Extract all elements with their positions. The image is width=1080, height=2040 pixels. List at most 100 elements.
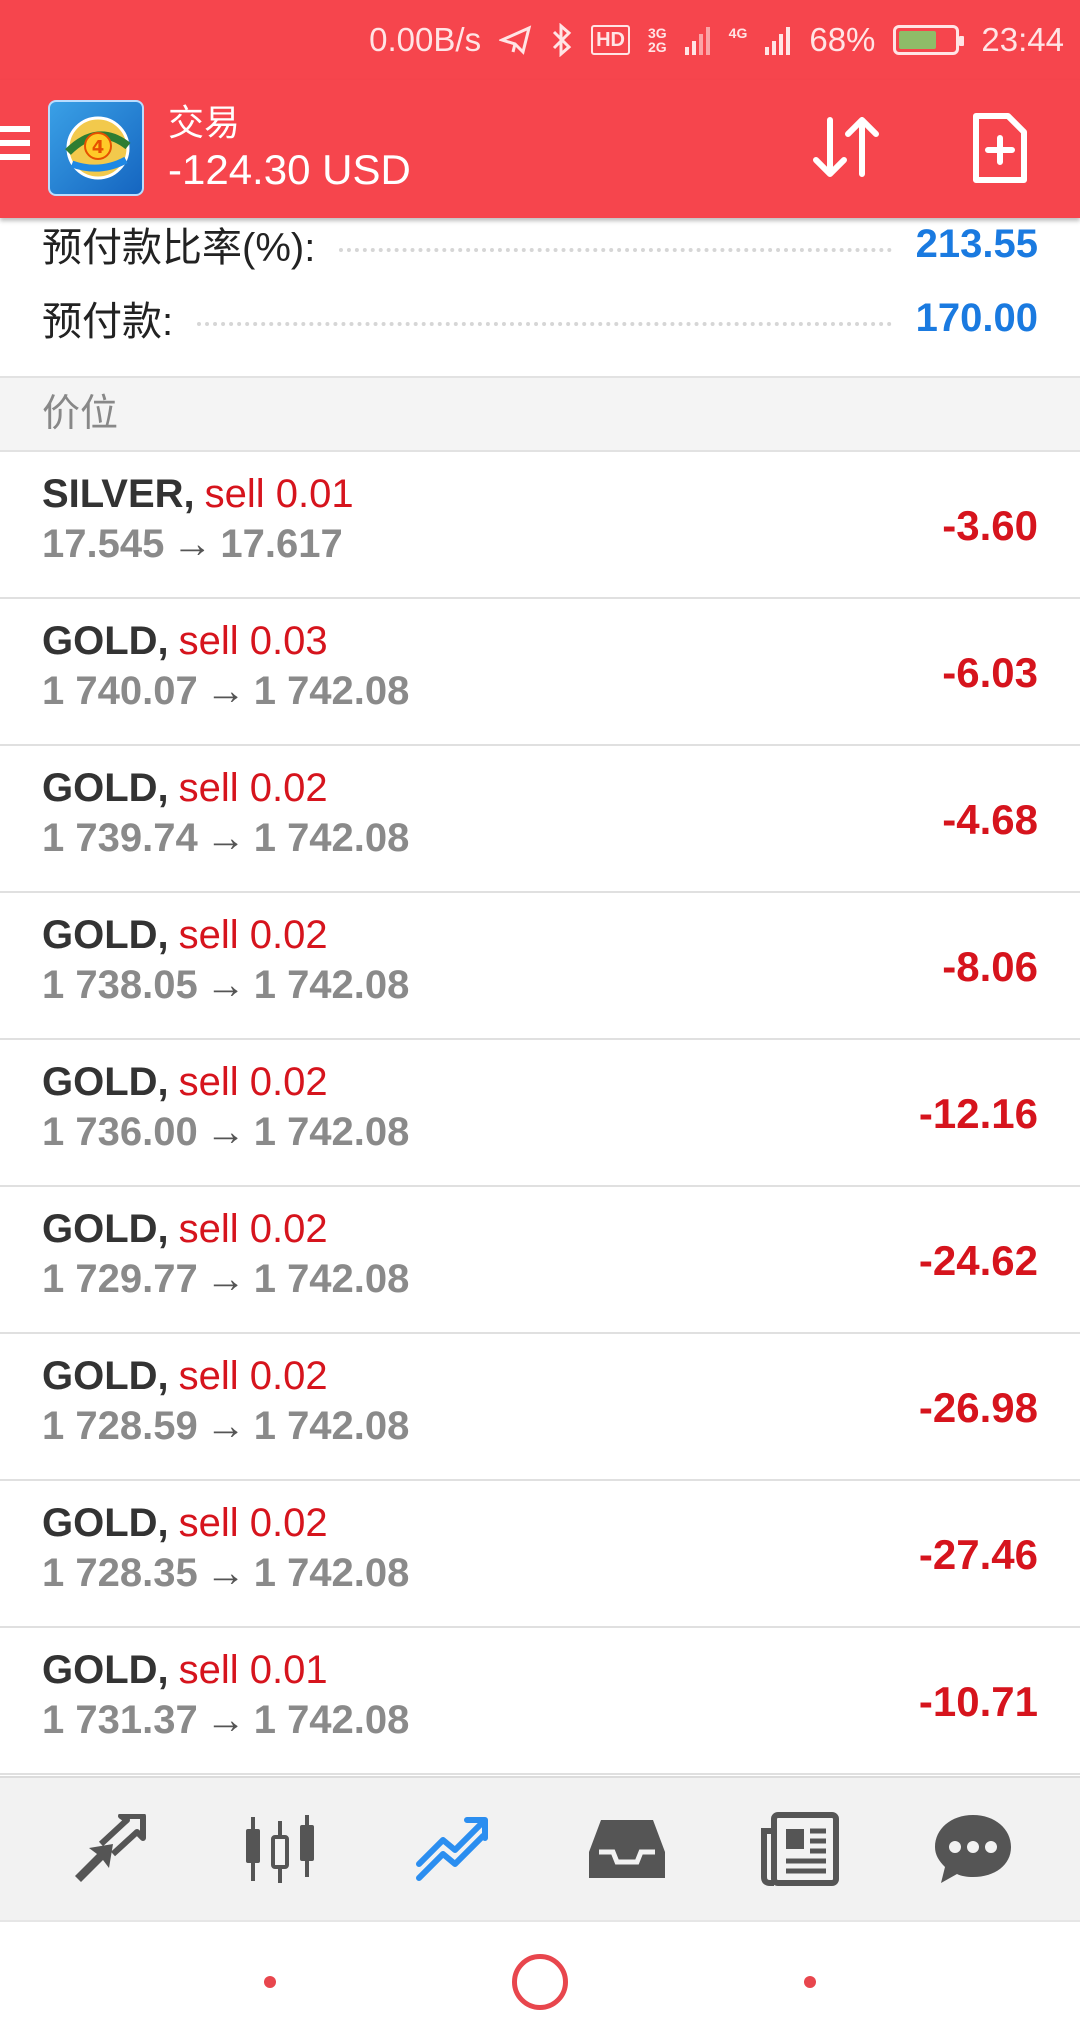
app-logo: 4 bbox=[48, 100, 144, 196]
arrow-right-icon: → bbox=[205, 963, 246, 1007]
status-bar: 0.00B/s HD 3G 2G 4G 68% 23:44 bbox=[0, 0, 1080, 80]
position-title: GOLD, sell 0.02 bbox=[42, 766, 328, 811]
network-type-2: 4G bbox=[728, 25, 748, 41]
position-title: GOLD, sell 0.02 bbox=[42, 913, 328, 958]
separator: , bbox=[157, 1060, 169, 1104]
separator: , bbox=[157, 913, 169, 957]
position-profit: -8.06 bbox=[942, 943, 1038, 990]
position-type: sell 0.02 bbox=[178, 913, 328, 957]
chart-icon bbox=[245, 1815, 314, 1883]
positions-list: SILVER, sell 0.01 17.545 → 17.617 -3.60 GOLD, s… bbox=[0, 452, 1080, 1775]
tab-news[interactable] bbox=[740, 1799, 860, 1899]
new-order-icon[interactable] bbox=[970, 110, 1030, 186]
current-price: 1 742.08 bbox=[253, 1551, 410, 1595]
account-summary: 预付款比率(%): 213.55 预付款: 170.00 bbox=[0, 218, 1080, 376]
position-row[interactable]: GOLD, sell 0.02 1 736.00 → 1 742.08 -12.16 bbox=[0, 1040, 1080, 1187]
open-price: 1 736.00 bbox=[42, 1110, 198, 1154]
history-icon bbox=[588, 1820, 665, 1878]
current-price: 17.617 bbox=[220, 522, 343, 566]
arrow-right-icon: → bbox=[172, 522, 213, 566]
position-type: sell 0.02 bbox=[178, 766, 328, 810]
position-symbol: GOLD bbox=[42, 1060, 158, 1104]
separator: , bbox=[157, 1354, 169, 1398]
position-row[interactable]: GOLD, sell 0.02 1 738.05 → 1 742.08 -8.06 bbox=[0, 893, 1080, 1040]
position-row[interactable]: GOLD, sell 0.02 1 739.74 → 1 742.08 -4.68 bbox=[0, 746, 1080, 893]
margin-level-value: 213.55 bbox=[915, 221, 1038, 266]
summary-row-margin: 预付款: 170.00 bbox=[42, 288, 1038, 348]
position-symbol: GOLD bbox=[42, 913, 158, 957]
position-symbol: GOLD bbox=[42, 1501, 158, 1545]
nav-home-button[interactable] bbox=[512, 1954, 568, 2010]
separator: , bbox=[157, 766, 169, 810]
position-row[interactable]: GOLD, sell 0.02 1 728.59 → 1 742.08 -26.98 bbox=[0, 1334, 1080, 1481]
open-price: 1 729.77 bbox=[42, 1257, 198, 1301]
position-row[interactable]: GOLD, sell 0.01 1 731.37 → 1 742.08 -10.71 bbox=[0, 1628, 1080, 1775]
position-prices: 1 729.77 → 1 742.08 bbox=[42, 1257, 409, 1302]
position-symbol: GOLD bbox=[42, 619, 158, 663]
arrow-right-icon: → bbox=[205, 1110, 246, 1154]
current-price: 1 742.08 bbox=[253, 1257, 410, 1301]
position-profit: -27.46 bbox=[918, 1531, 1038, 1578]
position-prices: 1 728.35 → 1 742.08 bbox=[42, 1551, 409, 1596]
mute-icon bbox=[499, 25, 533, 55]
position-profit: -4.68 bbox=[942, 796, 1038, 843]
position-prices: 1 731.37 → 1 742.08 bbox=[42, 1698, 409, 1743]
current-price: 1 742.08 bbox=[253, 1404, 410, 1448]
open-price: 1 728.35 bbox=[42, 1551, 198, 1595]
app-bar: 4 交易 -124.30 USD bbox=[0, 80, 1080, 218]
position-prices: 1 728.59 → 1 742.08 bbox=[42, 1404, 409, 1449]
sort-icon[interactable] bbox=[806, 110, 886, 186]
open-price: 1 731.37 bbox=[42, 1698, 198, 1742]
position-title: GOLD, sell 0.03 bbox=[42, 619, 328, 664]
open-price: 1 740.07 bbox=[42, 669, 198, 713]
trade-icon bbox=[416, 1817, 489, 1881]
arrow-right-icon: → bbox=[205, 1257, 246, 1301]
separator: , bbox=[157, 1207, 169, 1251]
bluetooth-icon bbox=[551, 23, 573, 57]
separator: , bbox=[183, 472, 195, 516]
clock: 23:44 bbox=[981, 21, 1064, 58]
tab-chat[interactable] bbox=[913, 1799, 1033, 1899]
page-title: 交易 bbox=[168, 102, 241, 143]
signal-icon bbox=[684, 25, 711, 55]
separator: , bbox=[157, 1501, 169, 1545]
tab-trade[interactable] bbox=[393, 1799, 513, 1899]
nav-back-button[interactable] bbox=[264, 1976, 276, 1988]
margin-label: 预付款: bbox=[42, 300, 174, 344]
news-icon bbox=[760, 1812, 839, 1886]
system-nav-bar bbox=[0, 1920, 1080, 2040]
signal-icon-2 bbox=[765, 25, 791, 55]
position-title: GOLD, sell 0.01 bbox=[42, 1648, 328, 1693]
battery-percent: 68% bbox=[809, 21, 876, 58]
position-symbol: GOLD bbox=[42, 1648, 158, 1692]
position-type: sell 0.01 bbox=[204, 472, 354, 516]
nav-recents-button[interactable] bbox=[804, 1976, 816, 1988]
position-symbol: GOLD bbox=[42, 1207, 158, 1251]
current-price: 1 742.08 bbox=[253, 1698, 410, 1742]
dotted-leader bbox=[339, 248, 892, 252]
battery-icon bbox=[893, 25, 965, 55]
open-price: 1 738.05 bbox=[42, 963, 198, 1007]
position-row[interactable]: SILVER, sell 0.01 17.545 → 17.617 -3.60 bbox=[0, 452, 1080, 599]
network-speed: 0.00B/s bbox=[369, 21, 482, 58]
current-price: 1 742.08 bbox=[253, 963, 410, 1007]
current-price: 1 742.08 bbox=[253, 816, 410, 860]
hd-badge: HD bbox=[591, 25, 630, 55]
current-price: 1 742.08 bbox=[253, 669, 410, 713]
position-profit: -3.60 bbox=[942, 502, 1038, 549]
position-row[interactable]: GOLD, sell 0.02 1 729.77 → 1 742.08 -24.62 bbox=[0, 1187, 1080, 1334]
position-profit: -24.62 bbox=[918, 1237, 1038, 1284]
arrow-right-icon: → bbox=[205, 1404, 246, 1448]
summary-row-margin-level: 预付款比率(%): 213.55 bbox=[42, 214, 1038, 274]
margin-value: 170.00 bbox=[915, 295, 1038, 340]
position-prices: 1 739.74 → 1 742.08 bbox=[42, 816, 409, 861]
tab-history[interactable] bbox=[567, 1799, 687, 1899]
position-title: SILVER, sell 0.01 bbox=[42, 472, 354, 517]
position-type: sell 0.02 bbox=[178, 1207, 328, 1251]
tab-quotes[interactable] bbox=[47, 1799, 167, 1899]
position-row[interactable]: GOLD, sell 0.02 1 728.35 → 1 742.08 -27.46 bbox=[0, 1481, 1080, 1628]
tab-chart[interactable] bbox=[220, 1799, 340, 1899]
arrow-right-icon: → bbox=[205, 816, 246, 860]
position-row[interactable]: GOLD, sell 0.03 1 740.07 → 1 742.08 -6.03 bbox=[0, 599, 1080, 746]
menu-icon[interactable] bbox=[0, 126, 30, 166]
